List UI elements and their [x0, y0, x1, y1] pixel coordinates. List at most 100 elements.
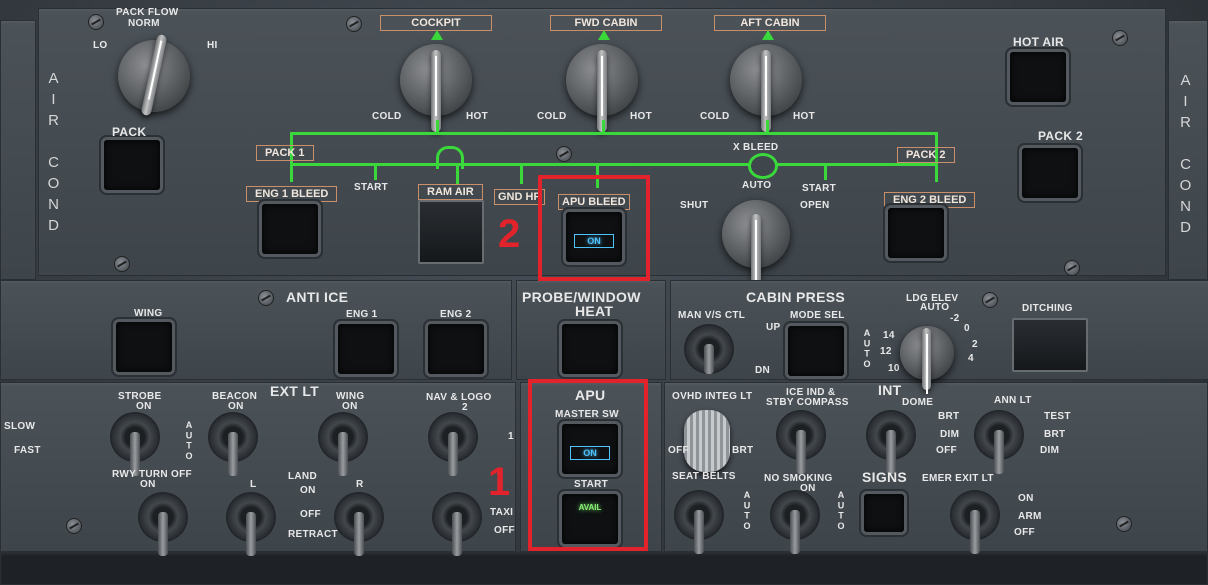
screw — [1064, 260, 1080, 276]
x-bleed-shut: SHUT — [680, 200, 709, 211]
probe-heat-pushbutton[interactable] — [562, 324, 618, 374]
emer-off: OFF — [1014, 527, 1035, 538]
dome-dim: DIM — [940, 429, 960, 440]
screw — [88, 14, 104, 30]
screw — [1112, 30, 1128, 46]
wing-lt-switch[interactable] — [320, 414, 366, 476]
slow-label: SLOW — [4, 421, 36, 432]
anti-ice-title: ANTI ICE — [286, 289, 349, 305]
emer-arm: ARM — [1018, 511, 1042, 522]
ditching-guarded-button[interactable] — [1012, 318, 1088, 372]
mode-sel-auto: AUTO — [862, 328, 872, 370]
x-bleed-valve-symbol — [748, 153, 778, 179]
hot-air-label: HOT AIR — [1013, 35, 1064, 49]
duct-cockpit — [436, 120, 439, 134]
air-cond-side-label-right: AIR COND — [1177, 72, 1194, 240]
wing-anti-ice-pushbutton[interactable] — [116, 322, 172, 372]
nav-logo-switch[interactable] — [430, 414, 476, 476]
ovhd-integ-lt-label: OVHD INTEG LT — [672, 391, 753, 402]
aft-cabin-temp-selector[interactable] — [730, 44, 802, 132]
screw — [982, 292, 998, 308]
eng1-bleed-pushbutton[interactable] — [262, 204, 318, 254]
cockpit-hot: HOT — [466, 111, 489, 122]
eng2-anti-ice-pushbutton[interactable] — [428, 324, 484, 374]
seat-belts-label: SEAT BELTS — [672, 471, 736, 482]
pack1-pushbutton[interactable] — [104, 140, 160, 190]
man-vs-ctl-switch[interactable] — [686, 326, 732, 374]
overhead-panel: AIR COND AIR COND PACK FLOW NORM LO HI P… — [0, 0, 1208, 585]
pack2-button-label: PACK 2 — [1038, 129, 1083, 143]
eng1-anti-ice-label: ENG 1 — [346, 309, 378, 320]
ldg-tick-10: 10 — [888, 363, 900, 374]
x-bleed-open: OPEN — [800, 200, 830, 211]
ann-dim: DIM — [1040, 445, 1060, 456]
nav-logo-label: NAV & LOGO — [426, 392, 492, 403]
aft-cabin-hot: HOT — [793, 111, 816, 122]
fast-label: FAST — [14, 445, 41, 456]
ram-air-label: RAM AIR — [418, 184, 483, 200]
ice-ind-switch[interactable] — [778, 412, 824, 474]
duct-gnd — [520, 164, 523, 184]
land-retract: RETRACT — [288, 529, 338, 540]
ann-brt: BRT — [1044, 429, 1066, 440]
man-vs-ctl-label: MAN V/S CTL — [678, 310, 746, 321]
apu-bleed-highlight-box — [538, 175, 650, 281]
stby-compass-label: STBY COMPASS — [766, 397, 849, 408]
rwy-turn-off-on: ON — [140, 479, 156, 490]
mode-sel-pushbutton[interactable] — [788, 326, 844, 376]
no-smoking-switch[interactable] — [772, 492, 818, 554]
land-on: ON — [300, 485, 316, 496]
int-lt-title: INT — [878, 382, 902, 398]
ovhd-integ-lt-knob[interactable] — [684, 410, 730, 472]
eng2-anti-ice-label: ENG 2 — [440, 309, 472, 320]
ann-test: TEST — [1044, 411, 1071, 422]
signs-square-button[interactable] — [864, 494, 904, 532]
screw — [114, 256, 130, 272]
nav-logo-1: 1 — [508, 431, 514, 442]
dome-switch[interactable] — [868, 412, 914, 474]
land-l-switch[interactable] — [228, 494, 274, 556]
cockpit-temp-selector[interactable] — [400, 44, 472, 132]
step-2-label: 2 — [498, 212, 521, 256]
rwy-turn-off-switch[interactable] — [140, 494, 186, 556]
ovhd-off: OFF — [668, 445, 689, 456]
ann-lt-switch[interactable] — [976, 412, 1022, 474]
pack2-pushbutton[interactable] — [1022, 148, 1078, 198]
nose-switch[interactable] — [434, 494, 480, 556]
emer-exit-lt-label: EMER EXIT LT — [922, 473, 994, 484]
duct-start-left — [374, 164, 377, 180]
ovhd-brt: BRT — [732, 445, 754, 456]
duct-lower — [290, 163, 938, 166]
fwd-cabin-temp-selector[interactable] — [566, 44, 638, 132]
pack1-button-label: PACK — [112, 125, 147, 139]
nav-logo-2: 2 — [462, 402, 468, 413]
land-off: OFF — [300, 509, 321, 520]
duct-main — [290, 132, 938, 135]
eng1-anti-ice-pushbutton[interactable] — [338, 324, 394, 374]
seat-belts-auto: AUTO — [742, 490, 752, 532]
fwd-cabin-label: FWD CABIN — [550, 15, 662, 31]
eng2-bleed-pushbutton[interactable] — [888, 208, 944, 258]
seat-belts-switch[interactable] — [676, 492, 722, 554]
x-bleed-title: X BLEED — [733, 142, 779, 153]
mode-sel-label: MODE SEL — [790, 310, 845, 321]
land-r: R — [356, 479, 364, 490]
emer-exit-lt-switch[interactable] — [952, 492, 998, 554]
signs-title: SIGNS — [862, 469, 908, 485]
land-r-switch[interactable] — [336, 494, 382, 556]
screw — [556, 146, 572, 162]
beacon-switch[interactable] — [210, 414, 256, 476]
pack-flow-title: PACK FLOW — [116, 7, 179, 18]
fwd-cabin-hot: HOT — [630, 111, 653, 122]
duct-aft — [766, 120, 769, 134]
ldg-elev-selector[interactable] — [900, 326, 954, 394]
strobe-switch[interactable] — [112, 414, 158, 476]
pack-flow-norm: NORM — [128, 18, 160, 29]
ram-air-guarded-button[interactable] — [418, 200, 484, 264]
x-bleed-selector[interactable] — [722, 200, 790, 294]
wing-anti-ice-label: WING — [134, 308, 163, 319]
dome-off: OFF — [936, 445, 957, 456]
hot-air-pushbutton[interactable] — [1010, 52, 1066, 102]
man-vs-dn: DN — [755, 365, 771, 376]
pack-flow-selector[interactable] — [118, 33, 190, 117]
